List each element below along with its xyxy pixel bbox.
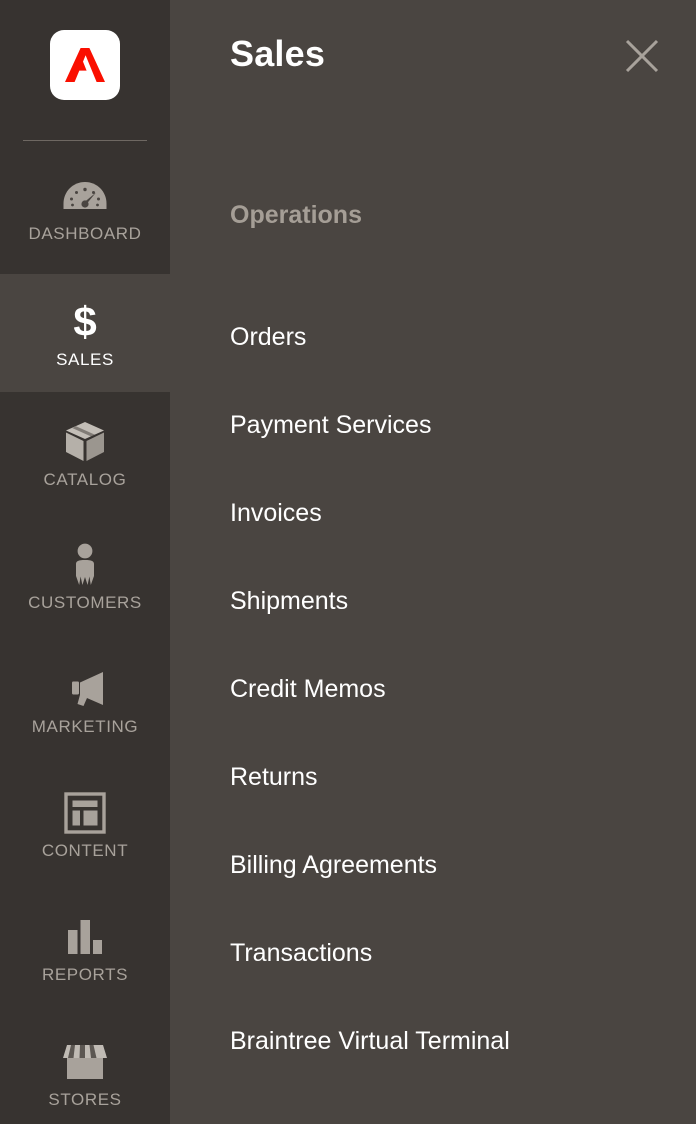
sales-flyout-panel: Sales Operations Orders Payment Services…: [170, 0, 696, 1124]
sidebar-item-stores[interactable]: STORES: [0, 1011, 170, 1124]
dollar-icon: $: [70, 299, 100, 345]
sidebar-item-content[interactable]: CONTENT: [0, 762, 170, 886]
menu-item-returns[interactable]: Returns: [170, 733, 696, 821]
sidebar-item-reports[interactable]: REPORTS: [0, 886, 170, 1011]
menu-item-credit-memos[interactable]: Credit Memos: [170, 645, 696, 733]
menu-item-label: Invoices: [230, 498, 322, 527]
layout-icon: [64, 790, 106, 836]
sidebar-item-label: CONTENT: [41, 840, 129, 860]
sidebar-item-dashboard[interactable]: DASHBOARD: [0, 141, 170, 274]
sidebar-item-label: SALES: [56, 349, 114, 369]
sidebar-item-sales[interactable]: $ SALES: [0, 274, 170, 392]
menu-item-shipments[interactable]: Shipments: [170, 557, 696, 645]
person-icon: [71, 542, 99, 588]
page-title: Sales: [230, 33, 326, 74]
panel-header: Sales: [170, 0, 696, 120]
sidebar-item-marketing[interactable]: MARKETING: [0, 638, 170, 762]
primary-sidebar: DASHBOARD $ SALES CATALOG CUSTOMERS MARK…: [0, 0, 170, 1124]
megaphone-icon: [62, 666, 108, 712]
menu-item-label: Billing Agreements: [230, 850, 438, 879]
sidebar-item-catalog[interactable]: CATALOG: [0, 392, 170, 515]
menu-list: Orders Payment Services Invoices Shipmen…: [170, 293, 696, 1085]
adobe-logo-icon: [50, 30, 120, 100]
bar-chart-icon: [64, 914, 106, 960]
menu-item-label: Payment Services: [230, 410, 432, 439]
menu-item-billing-agreements[interactable]: Billing Agreements: [170, 821, 696, 909]
close-button[interactable]: [618, 32, 666, 80]
menu-item-label: Orders: [230, 322, 307, 351]
close-icon: [625, 39, 659, 73]
svg-text:$: $: [73, 300, 96, 344]
menu-item-payment-services[interactable]: Payment Services: [170, 381, 696, 469]
menu-item-orders[interactable]: Orders: [170, 293, 696, 381]
menu-item-transactions[interactable]: Transactions: [170, 909, 696, 997]
menu-item-braintree-virtual-terminal[interactable]: Braintree Virtual Terminal: [170, 997, 696, 1085]
menu-item-label: Returns: [230, 762, 318, 791]
menu-item-label: Braintree Virtual Terminal: [230, 1026, 510, 1055]
sidebar-item-label: STORES: [48, 1089, 122, 1109]
sidebar-item-label: CUSTOMERS: [28, 593, 142, 612]
storefront-icon: [60, 1039, 110, 1085]
menu-item-label: Credit Memos: [230, 674, 386, 703]
sidebar-item-customers[interactable]: CUSTOMERS: [0, 515, 170, 638]
menu-item-invoices[interactable]: Invoices: [170, 469, 696, 557]
admin-navigation-root: DASHBOARD $ SALES CATALOG CUSTOMERS MARK…: [0, 0, 696, 1124]
gauge-icon: [62, 173, 108, 219]
menu-group-title: Operations: [230, 201, 362, 229]
box-icon: [64, 419, 106, 465]
menu-item-label: Transactions: [230, 938, 373, 967]
sidebar-item-label: DASHBOARD: [28, 224, 142, 243]
sidebar-item-label: MARKETING: [31, 716, 139, 736]
logo-container[interactable]: [0, 0, 170, 130]
sidebar-item-label: CATALOG: [43, 470, 127, 489]
sidebar-item-label: REPORTS: [41, 965, 129, 984]
menu-item-label: Shipments: [230, 586, 349, 615]
